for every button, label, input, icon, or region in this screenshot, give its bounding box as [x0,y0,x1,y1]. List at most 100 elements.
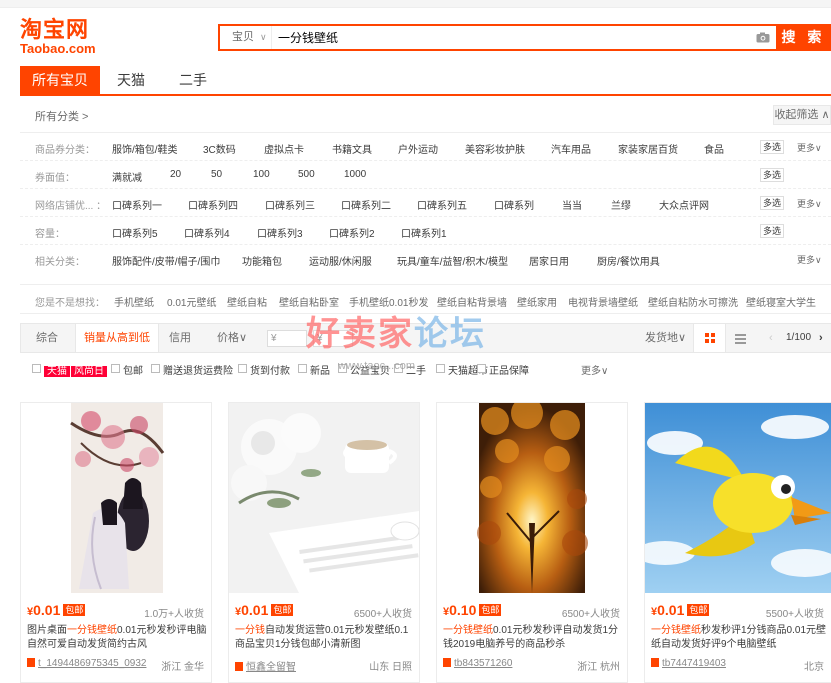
attr-value[interactable]: 兰缪 [611,197,631,212]
search-scope-dropdown[interactable]: 宝贝 ∨ [220,26,272,49]
product-image[interactable] [21,403,211,593]
attr-value[interactable]: 当当 [562,197,582,212]
product-card[interactable]: ¥0.01 包邮 6500+人收货 一分钱自动发货运营0.01元秒发壁纸0.1商品… [228,402,420,683]
attr-value[interactable]: 1000 [344,169,366,180]
attr-value[interactable]: 服饰配件/皮带/帽子/围巾 [112,253,220,268]
attr-value[interactable]: 口碑系列1 [401,225,447,240]
filter-checkbox[interactable] [436,364,445,373]
collapse-filter-button[interactable]: 收起筛选 ∧ [773,105,831,125]
suggestion-link[interactable]: 手机壁纸 [114,294,154,309]
filter-checkbox[interactable] [111,364,120,373]
tab-all[interactable]: 所有宝贝 [20,66,100,94]
shop-link[interactable]: tb843571260 [443,658,512,669]
attr-value[interactable]: 3C数码 [203,141,236,156]
suggestion-link[interactable]: 壁纸自粘 [227,294,267,309]
product-image[interactable] [229,403,420,593]
filter-checkbox[interactable] [32,364,41,373]
suggestion-link[interactable]: 壁纸寝室大学生 [746,294,816,309]
attr-value[interactable]: 厨房/餐饮用具 [597,253,660,268]
shop-link[interactable]: t_1494486975345_0932 [27,658,146,669]
attr-value[interactable]: 口碑系列四 [188,197,238,212]
product-title[interactable]: 图片桌面一分钱壁纸0.01元秒发秒评电脑自然可爱自动发货简约古风 [27,624,207,652]
next-page-icon[interactable]: › [819,324,823,352]
breadcrumb-all-categories[interactable]: 所有分类 > [35,108,88,124]
attr-value[interactable]: 口碑系列3 [257,225,303,240]
sort-sales[interactable]: 销量从高到低 [75,324,159,352]
attr-value[interactable]: 食品 [704,141,724,156]
attr-value[interactable]: 口碑系列 [494,197,534,212]
search-button[interactable]: 搜 索 [776,24,831,51]
attr-value[interactable]: 口碑系列5 [112,225,158,240]
attr-value[interactable]: 50 [211,169,222,180]
product-image[interactable] [437,397,627,593]
shop-link[interactable]: tb7447419403 [651,658,726,669]
more-button[interactable]: 更多∨ [797,197,822,210]
attr-value[interactable]: 玩具/童车/益智/积木/模型 [397,253,508,268]
filter-label[interactable]: 赠送退货运费险 [163,362,233,377]
attr-value[interactable]: 服饰/箱包/鞋类 [112,141,178,156]
product-image[interactable] [635,403,831,593]
filter-label[interactable]: 包邮 [123,362,143,377]
product-title[interactable]: 一分钱壁纸秒发秒评1分钱商品0.01元壁纸自动发货好评9个电脑壁纸 [651,624,831,652]
filter-checkbox[interactable] [298,364,307,373]
list-view-button[interactable] [735,333,746,347]
sort-price[interactable]: 价格∨ [217,324,247,352]
attr-value[interactable]: 美容彩妆护肤 [465,141,525,156]
product-card[interactable]: ¥0.10 包邮 6500+人收货 一分钱壁纸0.01元秒发秒评自动发货1分钱20… [436,397,628,683]
attr-value[interactable]: 汽车用品 [551,141,591,156]
attr-value[interactable]: 500 [298,169,315,180]
sort-default[interactable]: 综合 [36,324,58,352]
attr-value[interactable]: 运动服/休闲服 [309,253,372,268]
filter-checkbox[interactable] [477,364,486,373]
attr-value[interactable]: 居家日用 [529,253,569,268]
multi-select-button[interactable]: 多选 [760,168,784,182]
taobao-logo[interactable]: 淘宝网 Taobao.com [20,18,105,58]
attr-value[interactable]: 口碑系列五 [417,197,467,212]
more-button[interactable]: 更多∨ [797,141,822,154]
grid-view-button[interactable] [693,324,726,352]
suggestion-link[interactable]: 壁纸自粘防水可擦洗 [648,294,738,309]
prev-page-icon[interactable]: ‹ [769,324,773,352]
attr-value[interactable]: 大众点评网 [659,197,709,212]
price-from-input[interactable]: ¥ [267,330,307,347]
ship-from-dropdown[interactable]: 发货地∨ [645,324,686,352]
product-card[interactable]: ¥0.01 包邮 1.0万+人收货 图片桌面一分钱壁纸0.01元秒发秒评电脑自然可… [20,402,212,683]
shop-link[interactable]: 恒鑫全留智 [235,658,296,673]
suggestion-link[interactable]: 壁纸家用 [517,294,557,309]
multi-select-button[interactable]: 多选 [760,224,784,238]
filter-label[interactable]: 新品 [310,362,330,377]
attr-value[interactable]: 口碑系列2 [329,225,375,240]
attr-value[interactable]: 口碑系列二 [341,197,391,212]
filter-checkbox[interactable] [238,364,247,373]
tmall-tag[interactable]: 天猫 [44,366,70,377]
multi-select-button[interactable]: 多选 [760,196,784,210]
tab-tmall[interactable]: 天猫 [100,66,162,94]
attr-value[interactable]: 书籍文具 [332,141,372,156]
attr-value[interactable]: 100 [253,169,270,180]
product-title[interactable]: 一分钱壁纸0.01元秒发秒评自动发货1分钱2019电脑养号的商品秒杀 [443,624,623,652]
attr-value[interactable]: 口碑系列4 [184,225,230,240]
attr-value[interactable]: 虚拟点卡 [264,141,304,156]
filters-more-button[interactable]: 更多∨ [581,362,608,377]
filter-checkbox[interactable] [151,364,160,373]
tab-secondhand[interactable]: 二手 [162,66,224,94]
filter-label[interactable]: 货到付款 [250,362,290,377]
suggestion-link[interactable]: 电视背景墙壁纸 [568,294,638,309]
camera-icon[interactable] [750,26,776,49]
attr-value[interactable]: 口碑系列一 [112,197,162,212]
suggestion-link[interactable]: 0.01元壁纸 [167,294,216,309]
attr-value[interactable]: 家装家居百货 [618,141,678,156]
sort-credit[interactable]: 信用 [169,324,191,352]
attr-value[interactable]: 户外运动 [398,141,438,156]
more-button[interactable]: 更多∨ [797,253,822,266]
attr-value[interactable]: 口碑系列三 [265,197,315,212]
attr-value[interactable]: 满就减 [112,169,142,184]
fengshangri-tag[interactable]: 风尚日 [71,366,107,377]
product-title[interactable]: 一分钱自动发货运营0.01元秒发壁纸0.1商品宝贝1分钱包邮小清新图 [235,624,415,652]
product-card[interactable]: ¥0.01 包邮 5500+人收货 一分钱壁纸秒发秒评1分钱商品0.01元壁纸自动… [635,402,831,683]
attr-value[interactable]: 功能箱包 [242,253,282,268]
attr-value[interactable]: 20 [170,169,181,180]
filter-label[interactable]: 正品保障 [489,362,529,377]
search-input[interactable] [272,26,750,49]
multi-select-button[interactable]: 多选 [760,140,784,154]
